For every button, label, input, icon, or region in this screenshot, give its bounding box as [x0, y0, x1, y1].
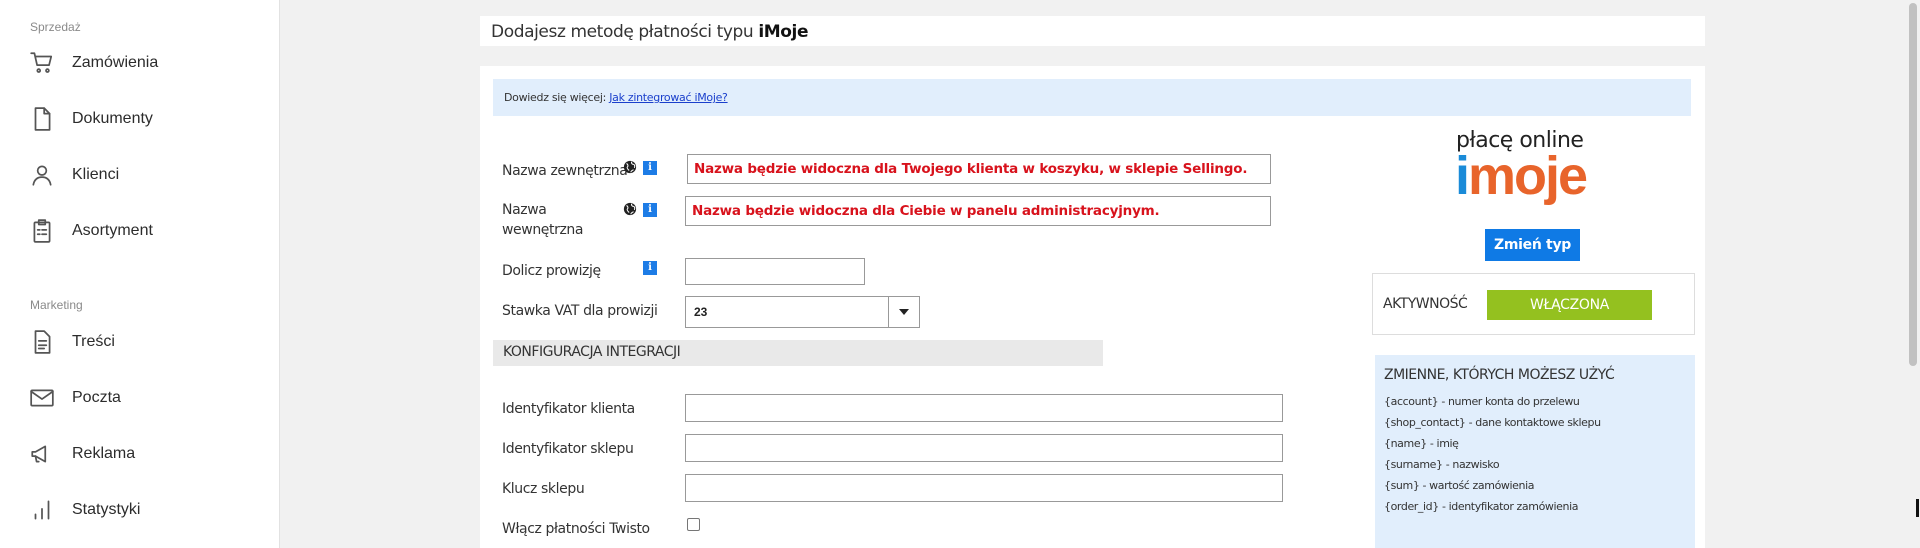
imoje-logo-rest: moje: [1468, 146, 1588, 206]
shop-id-input[interactable]: [685, 434, 1283, 462]
sidebar-item-label: Poczta: [72, 389, 121, 406]
page-scrollbar[interactable]: [1906, 0, 1920, 548]
internal-name-input[interactable]: Nazwa będzie widoczna dla Ciebie w panel…: [685, 196, 1271, 226]
sidebar-item-content[interactable]: Treści: [28, 327, 115, 357]
external-name-input[interactable]: Nazwa będzie widoczna dla Twojego klient…: [687, 154, 1271, 184]
sidebar-section-sales: Sprzedaż: [30, 20, 81, 34]
user-icon: [28, 161, 56, 189]
variable-item: {account} - numer konta do przelewu: [1384, 395, 1580, 408]
internal-name-label-line2: wewnętrzna: [502, 222, 584, 238]
sidebar-section-marketing: Marketing: [30, 298, 83, 312]
variable-item: {name} - imię: [1384, 437, 1459, 450]
document-icon: [28, 105, 56, 133]
shop-key-label: Klucz sklepu: [502, 481, 585, 497]
globe-icon: [623, 160, 637, 174]
mail-icon: [28, 384, 56, 412]
text-cursor-icon: [1916, 499, 1919, 517]
info-badge-icon[interactable]: i: [643, 261, 657, 275]
twisto-checkbox[interactable]: [687, 518, 700, 531]
activity-toggle[interactable]: WŁĄCZONA: [1487, 290, 1652, 320]
sidebar-item-mail[interactable]: Poczta: [28, 383, 121, 413]
activity-label: AKTYWNOŚĆ: [1383, 296, 1468, 312]
sidebar-item-label: Statystyki: [72, 501, 141, 518]
info-text: Dowiedz się więcej:: [504, 91, 607, 104]
shop-key-input[interactable]: [685, 474, 1283, 502]
payment-type-name: iMoje: [758, 22, 809, 42]
chevron-down-icon[interactable]: [888, 297, 919, 327]
vat-label: Stawka VAT dla prowizji: [502, 303, 658, 319]
scrollbar-thumb[interactable]: [1909, 3, 1917, 366]
internal-name-label-line1: Nazwa: [502, 202, 547, 218]
variable-item: {sum} - wartość zamówienia: [1384, 479, 1535, 492]
sidebar-item-ads[interactable]: Reklama: [28, 439, 135, 469]
sidebar-item-orders[interactable]: Zamówienia: [28, 48, 158, 78]
activity-box: AKTYWNOŚĆ WŁĄCZONA: [1372, 273, 1695, 335]
vat-selected-value: 23: [694, 305, 708, 319]
clipboard-icon: [28, 217, 56, 245]
integration-config-section: KONFIGURACJA INTEGRACJI: [493, 340, 1103, 366]
variables-panel: ZMIENNE, KTÓRYCH MOŻESZ UŻYĆ {account} -…: [1375, 355, 1695, 548]
change-type-button[interactable]: Zmień typ: [1485, 229, 1580, 261]
external-name-label: Nazwa zewnętrzna: [502, 163, 628, 179]
variable-item: {surname} - nazwisko: [1384, 458, 1500, 471]
info-bar: Dowiedz się więcej: Jak zintegrować iMoj…: [493, 79, 1691, 116]
megaphone-icon: [28, 440, 56, 468]
sidebar-item-assortment[interactable]: Asortyment: [28, 216, 153, 246]
client-id-input[interactable]: [685, 394, 1283, 422]
sidebar-item-clients[interactable]: Klienci: [28, 160, 119, 190]
sidebar-item-documents[interactable]: Dokumenty: [28, 104, 153, 134]
chart-icon: [28, 496, 56, 524]
twisto-label: Włącz płatności Twisto: [502, 521, 650, 537]
commission-label: Dolicz prowizję: [502, 263, 601, 279]
sidebar-item-label: Treści: [72, 333, 115, 350]
integration-help-link[interactable]: Jak zintegrować iMoje?: [609, 91, 728, 104]
vat-select[interactable]: 23: [685, 296, 920, 328]
variable-item: {shop_contact} - dane kontaktowe sklepu: [1384, 416, 1601, 429]
sidebar-item-label: Klienci: [72, 166, 120, 183]
variable-item: {order_id} - identyfikator zamówienia: [1384, 500, 1579, 513]
content-icon: [28, 328, 56, 356]
imoje-logo: imoje: [1455, 146, 1588, 206]
cart-icon: [28, 49, 56, 77]
info-badge-icon[interactable]: i: [643, 161, 657, 175]
sidebar-item-label: Reklama: [72, 445, 136, 462]
main-panel: Dowiedz się więcej: Jak zintegrować iMoj…: [480, 66, 1705, 548]
page-title: Dodajesz metodę płatności typu: [491, 22, 754, 42]
variables-title: ZMIENNE, KTÓRYCH MOŻESZ UŻYĆ: [1384, 367, 1615, 383]
shop-id-label: Identyfikator sklepu: [502, 441, 634, 457]
page-header: Dodajesz metodę płatności typu iMoje: [480, 16, 1705, 46]
sidebar-item-label: Dokumenty: [72, 110, 153, 127]
client-id-label: Identyfikator klienta: [502, 401, 635, 417]
commission-input[interactable]: [685, 258, 865, 285]
globe-icon: [623, 202, 637, 216]
info-badge-icon[interactable]: i: [643, 203, 657, 217]
sidebar-item-label: Zamówienia: [72, 54, 159, 71]
sidebar: Sprzedaż Zamówienia Dokumenty Klienci As…: [0, 0, 280, 548]
sidebar-item-label: Asortyment: [72, 222, 153, 239]
sidebar-item-stats[interactable]: Statystyki: [28, 495, 140, 525]
imoje-logo-i: i: [1455, 146, 1470, 206]
